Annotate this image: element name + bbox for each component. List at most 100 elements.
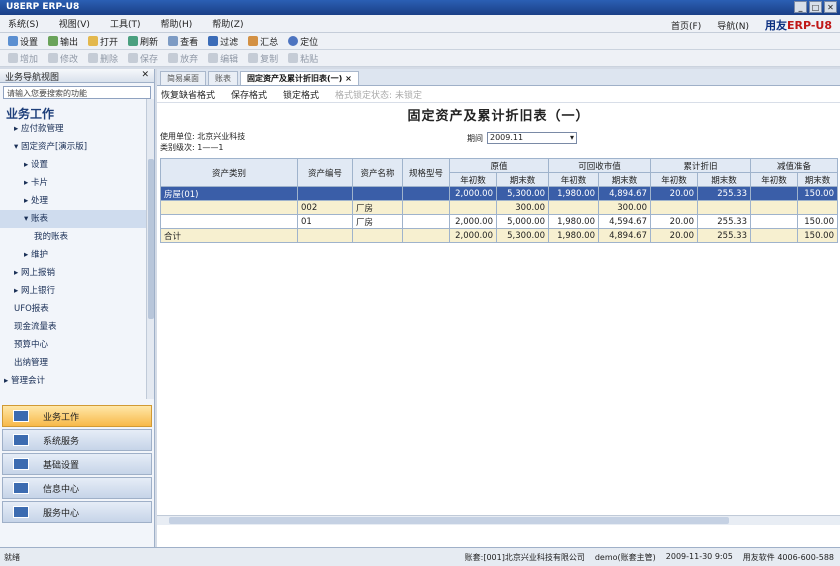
table-cell[interactable]: [548, 200, 599, 215]
table-cell[interactable]: 255.33: [697, 186, 751, 201]
toolbar-output-button[interactable]: 输出: [48, 35, 78, 48]
table-cell[interactable]: [402, 200, 450, 215]
nav-business-button[interactable]: 业务工作: [2, 405, 152, 427]
tab-close-icon[interactable]: ×: [345, 74, 352, 83]
chevron-down-icon[interactable]: ▾: [570, 133, 574, 143]
table-cell[interactable]: [297, 228, 353, 243]
lock-format-button[interactable]: 锁定格式: [283, 88, 319, 101]
sidebar-tree-item[interactable]: 出纳管理: [0, 354, 146, 372]
table-cell[interactable]: 002: [297, 200, 353, 215]
sidebar-search-input[interactable]: 请输入您要搜索的功能: [3, 86, 151, 99]
toolbar-locate-button[interactable]: 定位: [288, 35, 318, 48]
menu-help-2[interactable]: 帮助(Z): [212, 17, 243, 30]
maximize-button[interactable]: □: [809, 1, 822, 13]
close-button[interactable]: ✕: [824, 1, 837, 13]
table-cell[interactable]: 1,980.00: [548, 228, 599, 243]
table-cell[interactable]: 合计: [160, 228, 298, 243]
sidebar-tree-item[interactable]: UFO报表: [0, 300, 146, 318]
toolbar-edit-button[interactable]: 修改: [48, 52, 78, 65]
table-cell[interactable]: 20.00: [650, 186, 698, 201]
save-format-button[interactable]: 保存格式: [231, 88, 267, 101]
menu-help[interactable]: 帮助(H): [160, 17, 192, 30]
nav-info-button[interactable]: 信息中心: [2, 477, 152, 499]
table-cell[interactable]: 4,894.67: [598, 228, 651, 243]
table-cell[interactable]: 2,000.00: [449, 186, 497, 201]
table-cell[interactable]: 150.00: [797, 214, 838, 229]
menu-system[interactable]: 系统(S): [8, 17, 39, 30]
sidebar-tree-item[interactable]: 我的账表: [0, 228, 146, 246]
period-select[interactable]: 2009.11 ▾: [487, 132, 577, 144]
table-cell[interactable]: [402, 228, 450, 243]
table-row[interactable]: 002 厂房 300.00 300.00: [160, 200, 838, 215]
toolbar-delete-button[interactable]: 删除: [88, 52, 118, 65]
tab-reports[interactable]: 账表: [208, 71, 238, 85]
table-cell[interactable]: 20.00: [650, 214, 698, 229]
table-cell[interactable]: 1,980.00: [548, 214, 599, 229]
toolbar-save-button[interactable]: 保存: [128, 52, 158, 65]
sidebar-tree-item[interactable]: ▸ 维护: [0, 246, 146, 264]
toolbar-filter-button[interactable]: 过滤: [208, 35, 238, 48]
tab-desktop[interactable]: 简易桌面: [160, 71, 206, 85]
table-row[interactable]: 房屋(01) 2,000.00 5,300.00 1,980.00 4,894.67 20…: [160, 186, 838, 201]
table-cell[interactable]: 4,894.67: [598, 186, 651, 201]
table-row[interactable]: 01 厂房 2,000.00 5,000.00 1,980.00 4,594.67 20.0…: [160, 214, 838, 229]
sidebar-tree-item[interactable]: ▸ 网上报销: [0, 264, 146, 282]
table-cell[interactable]: 01: [297, 214, 353, 229]
table-cell[interactable]: [402, 186, 450, 201]
toolbar-summary-button[interactable]: 汇总: [248, 35, 278, 48]
table-cell[interactable]: [352, 228, 403, 243]
table-cell[interactable]: 2,000.00: [449, 214, 497, 229]
nav-service-button[interactable]: 服务中心: [2, 501, 152, 523]
horizontal-scroll-thumb[interactable]: [169, 517, 729, 524]
table-cell[interactable]: [750, 186, 798, 201]
table-cell[interactable]: [402, 214, 450, 229]
toolbar-view-button[interactable]: 查看: [168, 35, 198, 48]
menu-tools[interactable]: 工具(T): [110, 17, 141, 30]
sidebar-tree-item[interactable]: ▾ 固定资产[演示版]: [0, 138, 146, 156]
toolbar-settings-button[interactable]: 设置: [8, 35, 38, 48]
tab-asset-report[interactable]: 固定资产及累计折旧表(一) ×: [240, 71, 359, 85]
table-cell[interactable]: [650, 200, 698, 215]
table-cell[interactable]: 2,000.00: [449, 228, 497, 243]
horizontal-scrollbar[interactable]: [157, 515, 840, 525]
table-cell[interactable]: 300.00: [598, 200, 651, 215]
toolbar-refresh-button[interactable]: 刷新: [128, 35, 158, 48]
nav-link[interactable]: 导航(N): [717, 19, 749, 32]
sidebar-scroll-thumb[interactable]: [148, 159, 154, 319]
table-cell[interactable]: 300.00: [496, 200, 549, 215]
table-cell[interactable]: [160, 200, 298, 215]
table-cell[interactable]: [352, 186, 403, 201]
table-cell[interactable]: [750, 200, 798, 215]
toolbar-open-button[interactable]: 打开: [88, 35, 118, 48]
sidebar-tree-item[interactable]: ▸ 卡片: [0, 174, 146, 192]
sidebar-scrollbar[interactable]: [146, 99, 154, 399]
restore-format-button[interactable]: 恢复缺省格式: [161, 88, 215, 101]
table-cell[interactable]: 20.00: [650, 228, 698, 243]
nav-system-button[interactable]: 系统服务: [2, 429, 152, 451]
toolbar-discard-button[interactable]: 放弃: [168, 52, 198, 65]
table-cell[interactable]: 1,980.00: [548, 186, 599, 201]
toolbar-add-button[interactable]: 增加: [8, 52, 38, 65]
table-cell[interactable]: 150.00: [797, 186, 838, 201]
sidebar-tree-item[interactable]: ▸ 网上银行: [0, 282, 146, 300]
sidebar-tree-item[interactable]: ▸ 应付款管理: [0, 120, 146, 138]
table-cell[interactable]: 255.33: [697, 228, 751, 243]
table-cell[interactable]: 150.00: [797, 228, 838, 243]
table-cell[interactable]: 5,300.00: [496, 228, 549, 243]
table-cell[interactable]: [297, 186, 353, 201]
sidebar-tree-item[interactable]: ▸ 设置: [0, 156, 146, 174]
minimize-button[interactable]: _: [794, 1, 807, 13]
table-cell[interactable]: [750, 228, 798, 243]
table-cell[interactable]: 5,000.00: [496, 214, 549, 229]
home-link[interactable]: 首页(F): [671, 19, 701, 32]
table-cell[interactable]: [160, 214, 298, 229]
toolbar-copy-button[interactable]: 复制: [248, 52, 278, 65]
sidebar-tree-item[interactable]: 现金流量表: [0, 318, 146, 336]
toolbar-paste-button[interactable]: 粘贴: [288, 52, 318, 65]
toolbar-modify-button[interactable]: 编辑: [208, 52, 238, 65]
table-cell[interactable]: 4,594.67: [598, 214, 651, 229]
table-cell[interactable]: 房屋(01): [160, 186, 298, 201]
sidebar-tree-item[interactable]: 预算中心: [0, 336, 146, 354]
sidebar-tree-item[interactable]: ▸ 管理会计: [0, 372, 146, 390]
pin-icon[interactable]: ✕: [141, 70, 149, 81]
